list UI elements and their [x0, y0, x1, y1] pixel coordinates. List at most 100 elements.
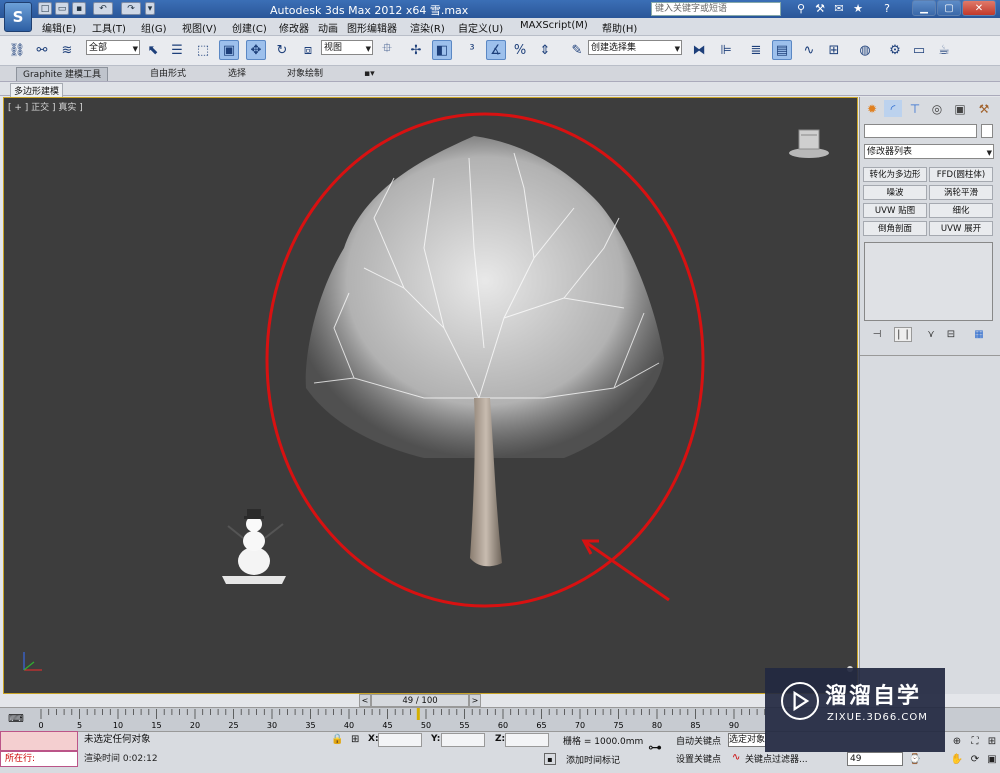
- selected-dropdown[interactable]: 选定对象: [728, 733, 766, 747]
- graphite-toggle-icon[interactable]: ▤: [772, 40, 792, 60]
- select-scale-icon[interactable]: ⧈: [298, 40, 318, 60]
- snowman[interactable]: [222, 509, 286, 584]
- render-setup-icon[interactable]: ⚙: [885, 40, 905, 60]
- new-file-icon[interactable]: □: [38, 2, 52, 15]
- tab-object-paint[interactable]: 对象绘制: [281, 67, 329, 81]
- orbit-icon[interactable]: ⟳: [968, 752, 982, 766]
- auto-key-button[interactable]: 自动关键点: [676, 734, 721, 747]
- snaps-toggle-icon[interactable]: ³: [462, 40, 482, 60]
- menu-group[interactable]: 组(G): [141, 20, 167, 35]
- select-rotate-icon[interactable]: ↻: [272, 40, 292, 60]
- lock-selection-icon[interactable]: 🔒: [331, 734, 343, 745]
- select-manipulate-icon[interactable]: ✢: [406, 40, 426, 60]
- menu-help[interactable]: 帮助(H): [602, 20, 637, 35]
- mod-btn-tessellate[interactable]: 细化: [929, 203, 993, 218]
- edit-named-selection-icon[interactable]: ✎: [567, 40, 587, 60]
- ribbon-options-icon[interactable]: ▪▾: [358, 67, 381, 81]
- angle-snap-icon[interactable]: ∡: [486, 40, 506, 60]
- select-move-icon[interactable]: ✥: [246, 40, 266, 60]
- schematic-view-icon[interactable]: ⊞: [824, 40, 844, 60]
- pivot-center-icon[interactable]: ⯐: [377, 40, 397, 60]
- mod-btn-bevel-profile[interactable]: 倒角剖面: [863, 221, 927, 236]
- time-tag-icon[interactable]: ▪: [544, 753, 556, 765]
- configure-modifier-sets-icon[interactable]: ▦: [970, 327, 988, 342]
- create-tab-icon[interactable]: ✹: [863, 100, 881, 117]
- mirror-icon[interactable]: ⧓: [689, 40, 709, 60]
- remove-modifier-icon[interactable]: ⊟: [942, 327, 960, 342]
- maximize-viewport-icon[interactable]: ▣: [985, 752, 999, 766]
- zoom-all-icon[interactable]: ⊞: [985, 734, 999, 748]
- modifier-stack[interactable]: [864, 242, 993, 321]
- menu-edit[interactable]: 编辑(E): [42, 20, 76, 35]
- modify-tab-icon[interactable]: ◜: [884, 100, 902, 117]
- snow-tree[interactable]: [305, 136, 664, 567]
- subscription-icon[interactable]: ⚒: [812, 1, 828, 16]
- tab-freeform[interactable]: 自由形式: [144, 67, 192, 81]
- mod-btn-uvw-map[interactable]: UVW 贴图: [863, 203, 927, 218]
- link-icon[interactable]: ⛓: [7, 40, 27, 60]
- time-slider[interactable]: 49 / 100: [371, 694, 469, 707]
- time-config-icon[interactable]: ⌚: [908, 752, 922, 766]
- current-frame-field[interactable]: 49: [847, 752, 903, 766]
- menu-views[interactable]: 视图(V): [182, 20, 217, 35]
- current-frame-marker[interactable]: [416, 708, 420, 720]
- close-button[interactable]: ✕: [962, 0, 996, 16]
- favorites-icon[interactable]: ★: [850, 1, 866, 16]
- set-key-icon[interactable]: ⊶: [648, 740, 670, 756]
- mod-btn-noise[interactable]: 噪波: [863, 185, 927, 200]
- make-unique-icon[interactable]: ⋎: [922, 327, 940, 342]
- add-time-tag-button[interactable]: 添加时间标记: [566, 753, 620, 767]
- tab-graphite-modeling[interactable]: Graphite 建模工具: [16, 67, 109, 81]
- viewport-front[interactable]: [ + ] 正交 ] 真实 ]: [3, 97, 858, 694]
- utilities-tab-icon[interactable]: ⚒: [975, 100, 993, 117]
- key-filters-button[interactable]: 关键点过滤器...: [745, 752, 808, 765]
- y-coord-field[interactable]: [441, 733, 485, 747]
- percent-snap-icon[interactable]: %: [510, 40, 530, 60]
- select-object-icon[interactable]: ⬉: [143, 40, 163, 60]
- select-by-name-icon[interactable]: ☰: [167, 40, 187, 60]
- time-slider-prev[interactable]: <: [359, 694, 371, 707]
- rectangle-selection-icon[interactable]: ⬚: [193, 40, 213, 60]
- z-coord-field[interactable]: [505, 733, 549, 747]
- menu-animation[interactable]: 动画: [318, 20, 338, 35]
- pan-icon[interactable]: ✋: [950, 752, 964, 766]
- keyboard-shortcut-override-icon[interactable]: ◧: [432, 40, 452, 60]
- menu-rendering[interactable]: 渲染(R): [410, 20, 445, 35]
- material-editor-icon[interactable]: ◍: [855, 40, 875, 60]
- set-key-button[interactable]: 设置关键点: [676, 752, 721, 765]
- mod-btn-convert-poly[interactable]: 转化为多边形: [863, 167, 927, 182]
- object-color-swatch[interactable]: [981, 124, 993, 138]
- menu-graph-editors[interactable]: 图形编辑器: [347, 20, 397, 35]
- mod-btn-unwrap-uvw[interactable]: UVW 展开: [929, 221, 993, 236]
- polygon-modeling-panel[interactable]: 多边形建模: [10, 83, 64, 98]
- timeline-ruler[interactable]: 0 5 10 15 20 25 30 35 40 45 50 55 60 65 70 75 80 85 90: [35, 707, 770, 731]
- zoom-icon[interactable]: ⊕: [950, 734, 964, 748]
- menu-customize[interactable]: 自定义(U): [458, 20, 503, 35]
- maximize-button[interactable]: ▢: [937, 0, 961, 16]
- bind-space-warp-icon[interactable]: ≋: [57, 40, 77, 60]
- zoom-extents-icon[interactable]: ⛶: [968, 734, 982, 748]
- menu-maxscript[interactable]: MAXScript(M): [520, 20, 588, 31]
- quick-access-dropdown-icon[interactable]: ▾: [145, 2, 155, 15]
- redo-icon[interactable]: ↷: [121, 2, 141, 15]
- open-file-icon[interactable]: ▭: [55, 2, 69, 15]
- modifier-list-dropdown[interactable]: 修改器列表 ▼: [864, 144, 994, 159]
- window-crossing-icon[interactable]: ▣: [219, 40, 239, 60]
- rendered-frame-window-icon[interactable]: ▭: [909, 40, 929, 60]
- reference-coord-dropdown[interactable]: 视图 ▼: [321, 40, 373, 55]
- viewcube-icon[interactable]: [787, 126, 831, 160]
- menu-tools[interactable]: 工具(T): [92, 20, 126, 35]
- save-icon[interactable]: ▪: [72, 2, 86, 15]
- align-icon[interactable]: ⊫: [716, 40, 736, 60]
- menu-create[interactable]: 创建(C): [232, 20, 267, 35]
- minimize-button[interactable]: ▁: [912, 0, 936, 16]
- motion-tab-icon[interactable]: ◎: [928, 100, 946, 117]
- mini-curve-editor-icon[interactable]: ⌨: [8, 712, 26, 726]
- help-icon[interactable]: ?: [879, 1, 895, 16]
- render-production-icon[interactable]: ☕: [934, 40, 954, 60]
- named-selection-dropdown[interactable]: 创建选择集 ▼: [588, 40, 682, 55]
- menu-modifiers[interactable]: 修改器: [279, 20, 309, 35]
- maxscript-listener-mini[interactable]: [0, 731, 78, 751]
- mod-btn-turbosmooth[interactable]: 涡轮平滑: [929, 185, 993, 200]
- time-slider-next[interactable]: >: [469, 694, 481, 707]
